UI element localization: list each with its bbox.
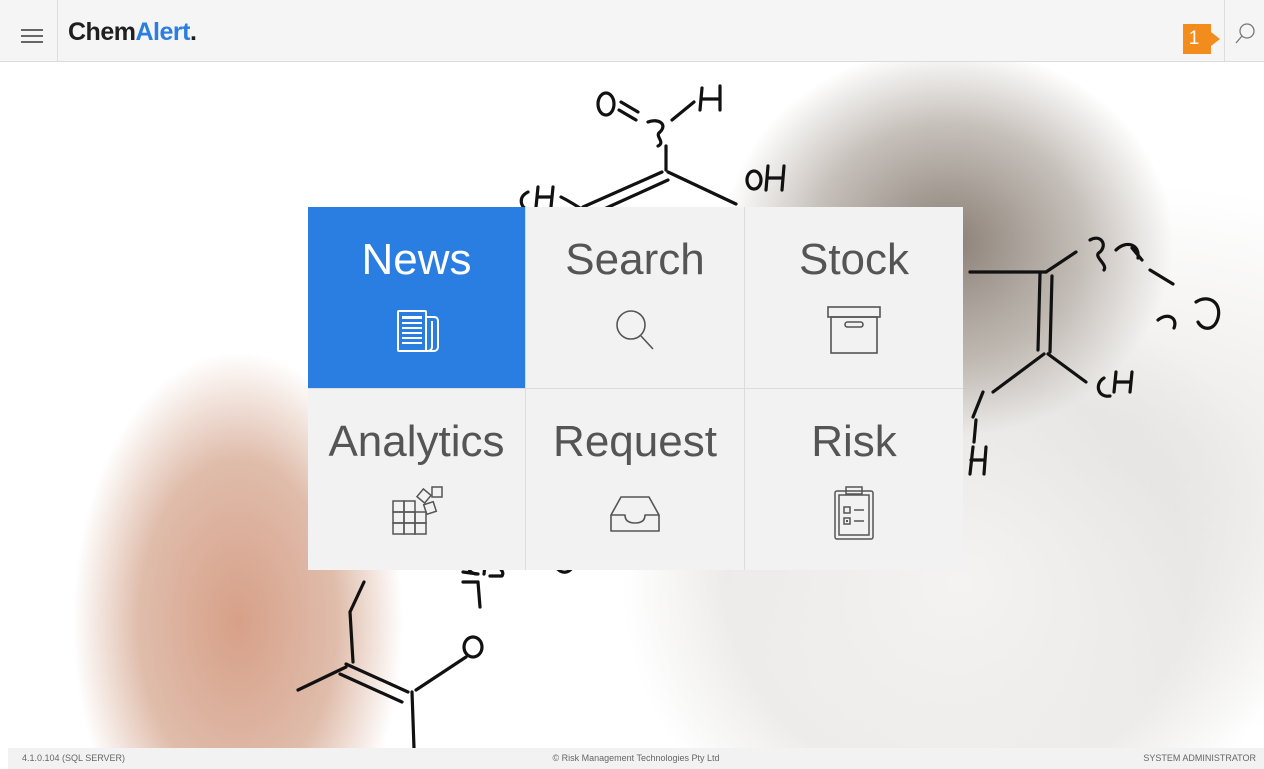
tile-request-label: Request — [553, 417, 717, 466]
clipboard-checklist-icon — [832, 486, 876, 540]
tile-analytics[interactable]: Analytics — [308, 389, 525, 570]
tile-search[interactable]: Search — [526, 207, 744, 388]
global-search-button[interactable] — [1224, 0, 1264, 62]
tile-stock[interactable]: Stock — [745, 207, 963, 388]
search-icon — [1235, 23, 1255, 44]
status-footer: 4.1.0.104 (SQL SERVER) © Risk Management… — [8, 748, 1264, 769]
menu-button[interactable] — [8, 0, 58, 62]
copyright-text: © Risk Management Technologies Pty Ltd — [552, 753, 720, 763]
blocks-analytics-icon — [387, 486, 447, 539]
logo-text-dot: . — [189, 18, 197, 46]
tile-stock-label: Stock — [798, 235, 910, 284]
tile-analytics-label: Analytics — [328, 417, 505, 466]
notification-badge[interactable]: 1 — [1183, 24, 1220, 54]
current-user-text: SYSTEM ADMINISTRATOR — [1143, 753, 1256, 763]
app-logo[interactable]: ChemAlert. — [68, 17, 197, 47]
top-bar: ChemAlert. 1 — [0, 0, 1264, 62]
module-tile-grid: News Search Stock Analytics Request Risk — [308, 207, 963, 570]
tile-request[interactable]: Request — [526, 389, 744, 570]
tile-search-label: Search — [565, 235, 705, 284]
logo-text-alert: Alert — [135, 18, 190, 46]
tile-news-label: News — [361, 235, 472, 284]
inbox-tray-icon — [607, 487, 663, 539]
archive-box-icon — [826, 305, 882, 357]
magnifier-icon — [609, 305, 661, 357]
tile-news[interactable]: News — [308, 207, 525, 388]
hamburger-icon — [21, 29, 43, 31]
tile-risk-label: Risk — [811, 417, 897, 466]
newspaper-icon — [390, 305, 444, 357]
logo-text-chem: Chem — [68, 18, 136, 46]
tile-risk[interactable]: Risk — [745, 389, 963, 570]
